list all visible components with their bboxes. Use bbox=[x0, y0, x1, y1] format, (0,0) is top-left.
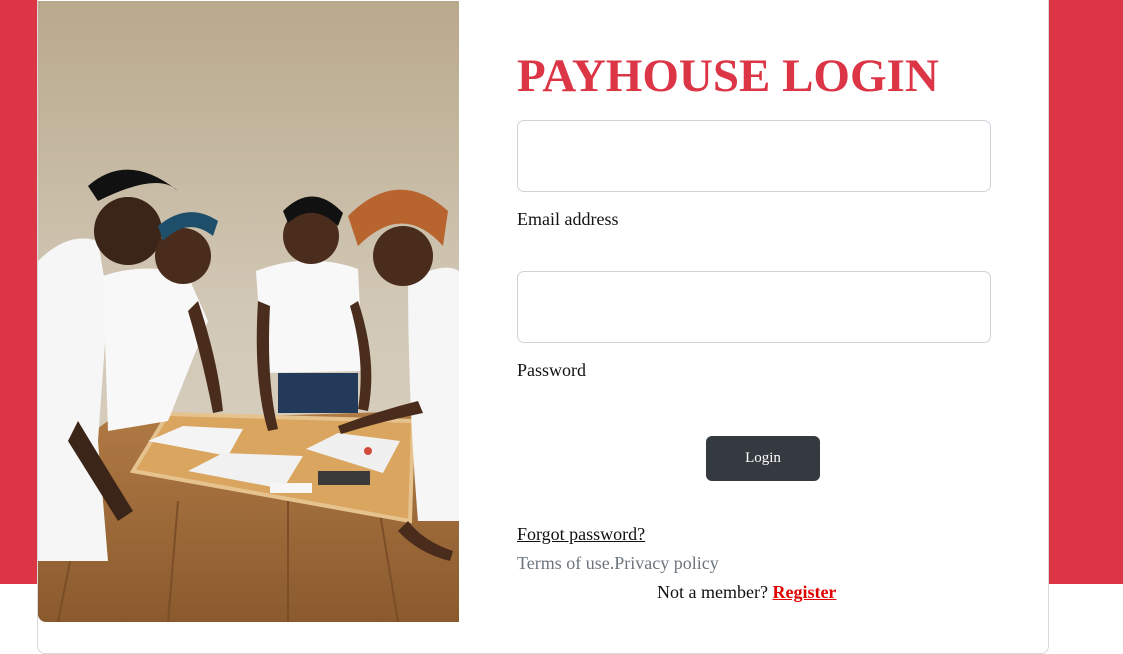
login-card: PAYHOUSE LOGIN Email address Password Lo… bbox=[37, 0, 1049, 654]
not-member-text: Not a member? bbox=[657, 582, 768, 602]
register-prompt: Not a member? Register bbox=[657, 582, 836, 603]
register-link[interactable]: Register bbox=[772, 582, 836, 602]
terms-link[interactable]: Terms of use. bbox=[517, 553, 614, 573]
password-label: Password bbox=[517, 360, 587, 380]
forgot-password-link[interactable]: Forgot password? bbox=[517, 524, 645, 545]
login-button[interactable]: Login bbox=[706, 436, 820, 481]
email-field[interactable] bbox=[517, 120, 991, 192]
page-title: PAYHOUSE LOGIN bbox=[517, 50, 939, 102]
privacy-link[interactable]: Privacy policy bbox=[614, 553, 718, 573]
email-label: Email address bbox=[517, 209, 619, 229]
legal-links: Terms of use.Privacy policy bbox=[517, 553, 719, 574]
hero-photo bbox=[38, 1, 459, 622]
password-field[interactable] bbox=[517, 271, 991, 343]
